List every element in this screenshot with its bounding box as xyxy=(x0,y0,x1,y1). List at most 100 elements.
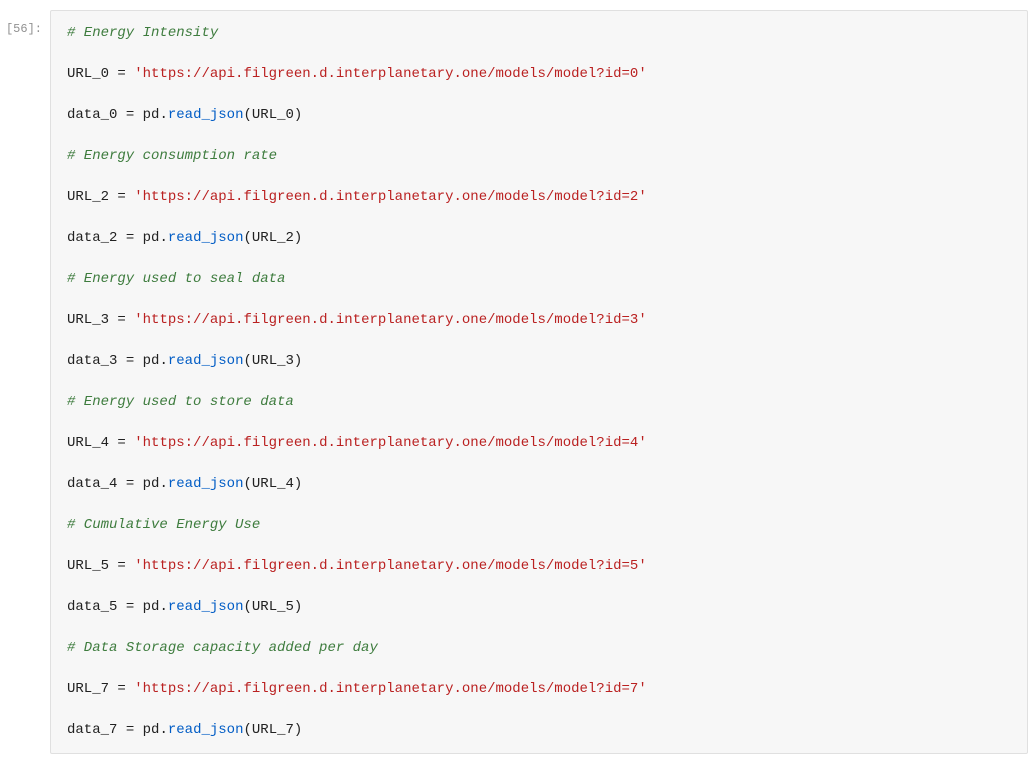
code-line: # Energy used to store data xyxy=(67,392,1011,413)
variable: data_5 xyxy=(67,599,117,615)
method: read_json xyxy=(168,722,244,738)
module: pd xyxy=(143,599,160,615)
module: pd xyxy=(143,476,160,492)
blank-line xyxy=(67,618,1011,638)
blank-line xyxy=(67,700,1011,720)
argument: URL_7 xyxy=(252,722,294,738)
string-literal: 'https://api.filgreen.d.interplanetary.o… xyxy=(134,189,646,205)
paren: ( xyxy=(243,353,251,369)
argument: URL_2 xyxy=(252,230,294,246)
comment: # Cumulative Energy Use xyxy=(67,517,260,533)
code-line: # Energy used to seal data xyxy=(67,269,1011,290)
blank-line xyxy=(67,577,1011,597)
blank-line xyxy=(67,290,1011,310)
string-literal: 'https://api.filgreen.d.interplanetary.o… xyxy=(134,558,646,574)
blank-line xyxy=(67,454,1011,474)
operator: = xyxy=(117,599,142,615)
dot: . xyxy=(159,107,167,123)
dot: . xyxy=(159,476,167,492)
variable: data_2 xyxy=(67,230,117,246)
variable: data_3 xyxy=(67,353,117,369)
variable: URL_7 xyxy=(67,681,109,697)
operator: = xyxy=(109,66,134,82)
code-line: # Data Storage capacity added per day xyxy=(67,638,1011,659)
code-line: # Cumulative Energy Use xyxy=(67,515,1011,536)
module: pd xyxy=(143,722,160,738)
string-literal: 'https://api.filgreen.d.interplanetary.o… xyxy=(134,312,646,328)
operator: = xyxy=(109,312,134,328)
comment: # Data Storage capacity added per day xyxy=(67,640,378,656)
paren: ) xyxy=(294,476,302,492)
paren: ( xyxy=(243,722,251,738)
argument: URL_5 xyxy=(252,599,294,615)
comment: # Energy Intensity xyxy=(67,25,218,41)
variable: data_7 xyxy=(67,722,117,738)
paren: ( xyxy=(243,230,251,246)
variable: data_4 xyxy=(67,476,117,492)
paren: ) xyxy=(294,107,302,123)
paren: ( xyxy=(243,599,251,615)
operator: = xyxy=(117,230,142,246)
operator: = xyxy=(109,435,134,451)
blank-line xyxy=(67,536,1011,556)
method: read_json xyxy=(168,476,244,492)
blank-line xyxy=(67,372,1011,392)
comment: # Energy consumption rate xyxy=(67,148,277,164)
blank-line xyxy=(67,167,1011,187)
code-line: data_7 = pd.read_json(URL_7) xyxy=(67,720,1011,741)
module: pd xyxy=(143,353,160,369)
operator: = xyxy=(117,353,142,369)
operator: = xyxy=(117,722,142,738)
code-line: URL_0 = 'https://api.filgreen.d.interpla… xyxy=(67,64,1011,85)
code-line: URL_5 = 'https://api.filgreen.d.interpla… xyxy=(67,556,1011,577)
operator: = xyxy=(109,189,134,205)
dot: . xyxy=(159,722,167,738)
dot: . xyxy=(159,353,167,369)
code-line: URL_4 = 'https://api.filgreen.d.interpla… xyxy=(67,433,1011,454)
blank-line xyxy=(67,331,1011,351)
variable: URL_0 xyxy=(67,66,109,82)
operator: = xyxy=(117,107,142,123)
blank-line xyxy=(67,413,1011,433)
variable: URL_2 xyxy=(67,189,109,205)
code-line: # Energy Intensity xyxy=(67,23,1011,44)
blank-line xyxy=(67,249,1011,269)
blank-line xyxy=(67,659,1011,679)
code-line: data_5 = pd.read_json(URL_5) xyxy=(67,597,1011,618)
code-cell[interactable]: # Energy Intensity URL_0 = 'https://api.… xyxy=(50,10,1028,754)
paren: ( xyxy=(243,476,251,492)
variable: URL_3 xyxy=(67,312,109,328)
method: read_json xyxy=(168,353,244,369)
paren: ) xyxy=(294,230,302,246)
input-prompt: [56]: xyxy=(0,10,50,754)
operator: = xyxy=(109,681,134,697)
variable: URL_4 xyxy=(67,435,109,451)
module: pd xyxy=(143,107,160,123)
argument: URL_3 xyxy=(252,353,294,369)
blank-line xyxy=(67,85,1011,105)
dot: . xyxy=(159,230,167,246)
blank-line xyxy=(67,208,1011,228)
operator: = xyxy=(109,558,134,574)
blank-line xyxy=(67,495,1011,515)
code-line: URL_7 = 'https://api.filgreen.d.interpla… xyxy=(67,679,1011,700)
string-literal: 'https://api.filgreen.d.interplanetary.o… xyxy=(134,681,646,697)
module: pd xyxy=(143,230,160,246)
comment: # Energy used to store data xyxy=(67,394,294,410)
dot: . xyxy=(159,599,167,615)
comment: # Energy used to seal data xyxy=(67,271,285,287)
paren: ) xyxy=(294,353,302,369)
variable: URL_5 xyxy=(67,558,109,574)
code-line: URL_2 = 'https://api.filgreen.d.interpla… xyxy=(67,187,1011,208)
paren: ( xyxy=(243,107,251,123)
code-line: # Energy consumption rate xyxy=(67,146,1011,167)
notebook-cell: [56]: # Energy Intensity URL_0 = 'https:… xyxy=(0,0,1032,754)
code-line: data_4 = pd.read_json(URL_4) xyxy=(67,474,1011,495)
method: read_json xyxy=(168,230,244,246)
variable: data_0 xyxy=(67,107,117,123)
method: read_json xyxy=(168,599,244,615)
paren: ) xyxy=(294,722,302,738)
blank-line xyxy=(67,126,1011,146)
blank-line xyxy=(67,44,1011,64)
code-line: URL_3 = 'https://api.filgreen.d.interpla… xyxy=(67,310,1011,331)
